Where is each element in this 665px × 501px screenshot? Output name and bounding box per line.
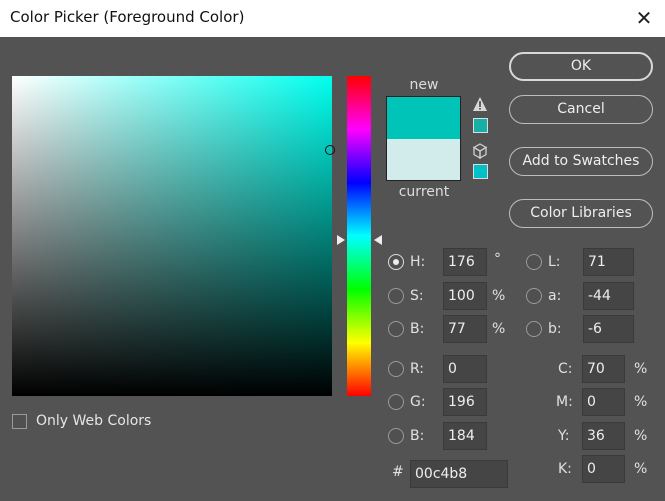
l-input[interactable]: 71 xyxy=(583,248,634,276)
c-input[interactable]: 70 xyxy=(582,355,625,383)
degree-unit: ° xyxy=(494,251,501,267)
radio-s[interactable] xyxy=(388,288,404,304)
s-label: S: xyxy=(410,288,424,304)
cube-icon[interactable] xyxy=(472,143,488,159)
ok-button[interactable]: OK xyxy=(509,52,653,81)
c-label: C: xyxy=(558,361,573,377)
y-percent-unit: % xyxy=(634,428,648,444)
only-web-colors-checkbox[interactable] xyxy=(12,414,27,429)
add-to-swatches-button[interactable]: Add to Swatches xyxy=(509,147,653,176)
radio-g[interactable] xyxy=(388,394,404,410)
h-label: H: xyxy=(410,254,426,270)
cancel-button[interactable]: Cancel xyxy=(509,95,653,124)
r-label: R: xyxy=(410,361,425,377)
m-percent-unit: % xyxy=(634,394,648,410)
m-label: M: xyxy=(556,394,573,410)
new-color-swatch xyxy=(387,97,460,139)
a-input[interactable]: -44 xyxy=(583,282,634,310)
hue-slider-handle-left[interactable] xyxy=(337,235,345,245)
k-input[interactable]: 0 xyxy=(582,455,625,483)
g-label: G: xyxy=(410,394,426,410)
lab-b-label: b: xyxy=(548,321,562,337)
title-bar: Color Picker (Foreground Color) ✕ xyxy=(0,0,665,37)
hue-slider[interactable] xyxy=(347,76,371,396)
hex-label: # xyxy=(392,464,404,480)
lab-b-input[interactable]: -6 xyxy=(583,315,634,343)
color-field[interactable] xyxy=(12,76,332,396)
y-label: Y: xyxy=(558,428,570,444)
a-label: a: xyxy=(548,288,562,304)
g-input[interactable]: 196 xyxy=(443,388,487,416)
b-label: B: xyxy=(410,321,425,337)
color-libraries-button[interactable]: Color Libraries xyxy=(509,199,653,228)
gamut-color-swatch[interactable] xyxy=(473,118,488,133)
radio-l[interactable] xyxy=(526,254,542,270)
k-percent-unit: % xyxy=(634,461,648,477)
warning-triangle-icon[interactable] xyxy=(472,96,488,112)
web-safe-color-swatch[interactable] xyxy=(473,164,488,179)
s-input[interactable]: 100 xyxy=(443,282,487,310)
radio-r[interactable] xyxy=(388,361,404,377)
rgb-b-label: B: xyxy=(410,428,425,444)
r-input[interactable]: 0 xyxy=(443,355,487,383)
b-percent-unit: % xyxy=(492,321,506,337)
c-percent-unit: % xyxy=(634,361,648,377)
hex-input[interactable]: 00c4b8 xyxy=(410,460,508,488)
radio-rgb-b[interactable] xyxy=(388,428,404,444)
new-color-label: new xyxy=(409,77,439,93)
b-input[interactable]: 77 xyxy=(443,315,487,343)
radio-h[interactable] xyxy=(388,254,404,270)
rgb-b-input[interactable]: 184 xyxy=(443,422,487,450)
y-input[interactable]: 36 xyxy=(582,422,625,450)
h-input[interactable]: 176 xyxy=(443,248,487,276)
current-color-swatch[interactable] xyxy=(387,138,460,180)
hue-slider-handle-right[interactable] xyxy=(374,235,382,245)
color-field-cursor[interactable] xyxy=(325,145,335,155)
radio-b[interactable] xyxy=(388,321,404,337)
color-preview xyxy=(386,96,461,181)
radio-lab-b[interactable] xyxy=(526,321,542,337)
close-icon[interactable]: ✕ xyxy=(627,4,661,32)
radio-a[interactable] xyxy=(526,288,542,304)
s-percent-unit: % xyxy=(492,288,506,304)
current-color-label: current xyxy=(398,184,450,200)
window-title: Color Picker (Foreground Color) xyxy=(10,8,245,26)
l-label: L: xyxy=(548,254,561,270)
only-web-colors-label: Only Web Colors xyxy=(36,413,152,429)
m-input[interactable]: 0 xyxy=(582,388,625,416)
k-label: K: xyxy=(558,461,572,477)
